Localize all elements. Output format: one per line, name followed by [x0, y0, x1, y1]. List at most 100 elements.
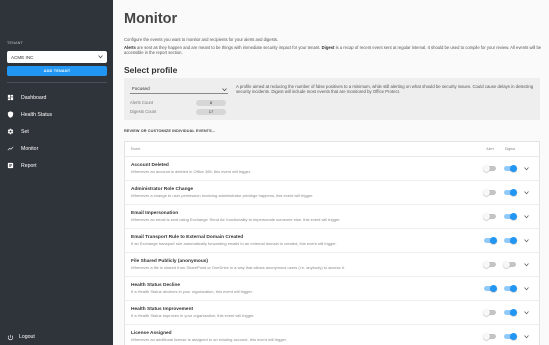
note-digest-word: Digest [321, 45, 335, 50]
toggle-knob [503, 261, 510, 268]
chevron-down-icon [98, 55, 103, 59]
alerts-count-label: Alerts Count [130, 100, 154, 105]
sidebar: TENANT ACME INC ADD TENANT Dashboard Hea… [0, 0, 113, 345]
chevron-down-icon [222, 87, 227, 91]
column-header-alert: Alert [486, 147, 494, 151]
gear-icon [7, 128, 14, 135]
sidebar-item-label: Set [21, 128, 29, 135]
toggle-knob [483, 309, 490, 316]
expand-chevron-icon[interactable] [524, 239, 529, 243]
alert-toggle[interactable] [483, 165, 497, 173]
toggle-knob [483, 213, 490, 220]
events-table: Event Alert Digest Account Deleted Whene… [124, 141, 540, 345]
toggle-knob [490, 237, 497, 244]
toggle-knob [483, 333, 490, 340]
logout-label: Logout [19, 334, 35, 340]
digest-toggle[interactable] [503, 165, 517, 173]
sidebar-item-label: Report [21, 162, 37, 169]
toggle-knob [510, 285, 517, 292]
table-row[interactable]: Administrator Role Change Whenever a cha… [125, 181, 539, 205]
tenant-select-value: ACME INC [11, 54, 34, 60]
sidebar-nav: Dashboard Health Status Set Monitor Repo… [0, 89, 113, 174]
sidebar-divider [7, 82, 107, 83]
table-row[interactable]: File Shared Publicly (anonymous) Wheneve… [125, 253, 539, 277]
table-header: Event Alert Digest [125, 142, 539, 157]
digest-toggle[interactable] [503, 213, 517, 221]
select-profile-heading: Select profile [124, 65, 178, 75]
event-title: File Shared Publicly (anonymous) [131, 258, 209, 264]
expand-chevron-icon[interactable] [524, 167, 529, 171]
sidebar-item-report[interactable]: Report [0, 157, 113, 174]
alert-toggle[interactable] [483, 333, 497, 341]
toggle-knob [510, 309, 517, 316]
toggle-knob [510, 333, 517, 340]
digest-toggle[interactable] [503, 285, 517, 293]
table-row[interactable]: Health Status Decline If a Health Status… [125, 277, 539, 301]
alert-toggle[interactable] [483, 285, 497, 293]
digest-toggle[interactable] [503, 309, 517, 317]
sidebar-item-label: Health Status [21, 111, 53, 118]
toggle-knob [490, 285, 497, 292]
note-alerts-word: Alerts [124, 45, 136, 50]
note-alerts-text: are sent as they happen and are meant to… [135, 45, 322, 50]
event-description: If a Health Status improves in your orga… [131, 313, 255, 318]
event-description: Whenever an email is sent using Exchange… [131, 217, 341, 222]
table-row[interactable]: Health Status Improvement If a Health St… [125, 301, 539, 325]
sidebar-item-set[interactable]: Set [0, 123, 113, 140]
tenant-label: TENANT [7, 41, 24, 45]
event-title: Email Transport Rule to External Domain … [131, 234, 244, 240]
intro-text: Configure the events you want to monitor… [124, 36, 279, 42]
sidebar-item-dashboard[interactable]: Dashboard [0, 89, 113, 106]
digests-count-badge: 17 [196, 108, 226, 115]
sidebar-item-health-status[interactable]: Health Status [0, 106, 113, 123]
digests-count-label: Digests Count [130, 109, 157, 114]
event-description: If a Health Status declines in your orga… [131, 289, 253, 294]
digest-toggle[interactable] [503, 189, 517, 197]
event-description: Whenever a change to user permission inv… [131, 193, 314, 198]
alert-toggle[interactable] [483, 237, 497, 245]
profile-description: A profile aimed at reducing the number o… [236, 84, 534, 95]
report-icon [7, 162, 14, 169]
alert-toggle[interactable] [483, 189, 497, 197]
alerts-count-badge: 8 [196, 99, 226, 106]
event-title: Account Deleted [131, 162, 169, 168]
sidebar-item-label: Dashboard [21, 94, 47, 101]
table-row[interactable]: Email Transport Rule to External Domain … [125, 229, 539, 253]
expand-chevron-icon[interactable] [524, 311, 529, 315]
table-row[interactable]: Account Deleted Whenever an account is d… [125, 157, 539, 181]
table-row[interactable]: Email Impersonation Whenever an email is… [125, 205, 539, 229]
alert-toggle[interactable] [483, 309, 497, 317]
digest-toggle[interactable] [503, 261, 517, 269]
table-row[interactable]: License Assigned Whenever an additional … [125, 325, 539, 345]
alert-toggle[interactable] [483, 261, 497, 269]
digest-toggle[interactable] [503, 333, 517, 341]
event-title: Health Status Improvement [131, 306, 194, 312]
toggle-knob [510, 165, 517, 172]
alerts-digest-note: Alerts are sent as they happen and are m… [124, 45, 542, 56]
expand-chevron-icon[interactable] [524, 335, 529, 339]
event-description: Whenever an account is deleted in Office… [131, 169, 251, 174]
shield-icon [7, 111, 14, 118]
expand-chevron-icon[interactable] [524, 287, 529, 291]
page-title: Monitor [124, 11, 178, 27]
toggle-knob [483, 189, 490, 196]
logout-button[interactable]: Logout [0, 331, 113, 343]
toggle-knob [483, 165, 490, 172]
sidebar-item-monitor[interactable]: Monitor [0, 140, 113, 157]
toggle-knob [510, 189, 517, 196]
add-tenant-button[interactable]: ADD TENANT [7, 66, 107, 76]
alert-toggle[interactable] [483, 213, 497, 221]
profile-select-value: Focused [132, 86, 150, 92]
expand-chevron-icon[interactable] [524, 191, 529, 195]
trend-line-icon [7, 145, 14, 152]
profile-panel: Focused A profile aimed at reducing the … [124, 78, 540, 120]
expand-chevron-icon[interactable] [524, 263, 529, 267]
tenant-select[interactable]: ACME INC [7, 51, 107, 63]
toggle-knob [510, 213, 517, 220]
event-description: If an Exchange transport rule automatica… [131, 241, 337, 246]
event-title: Health Status Decline [131, 282, 181, 288]
profile-select[interactable]: Focused [130, 84, 228, 94]
digest-toggle[interactable] [503, 237, 517, 245]
toggle-knob [483, 261, 490, 268]
expand-chevron-icon[interactable] [524, 215, 529, 219]
